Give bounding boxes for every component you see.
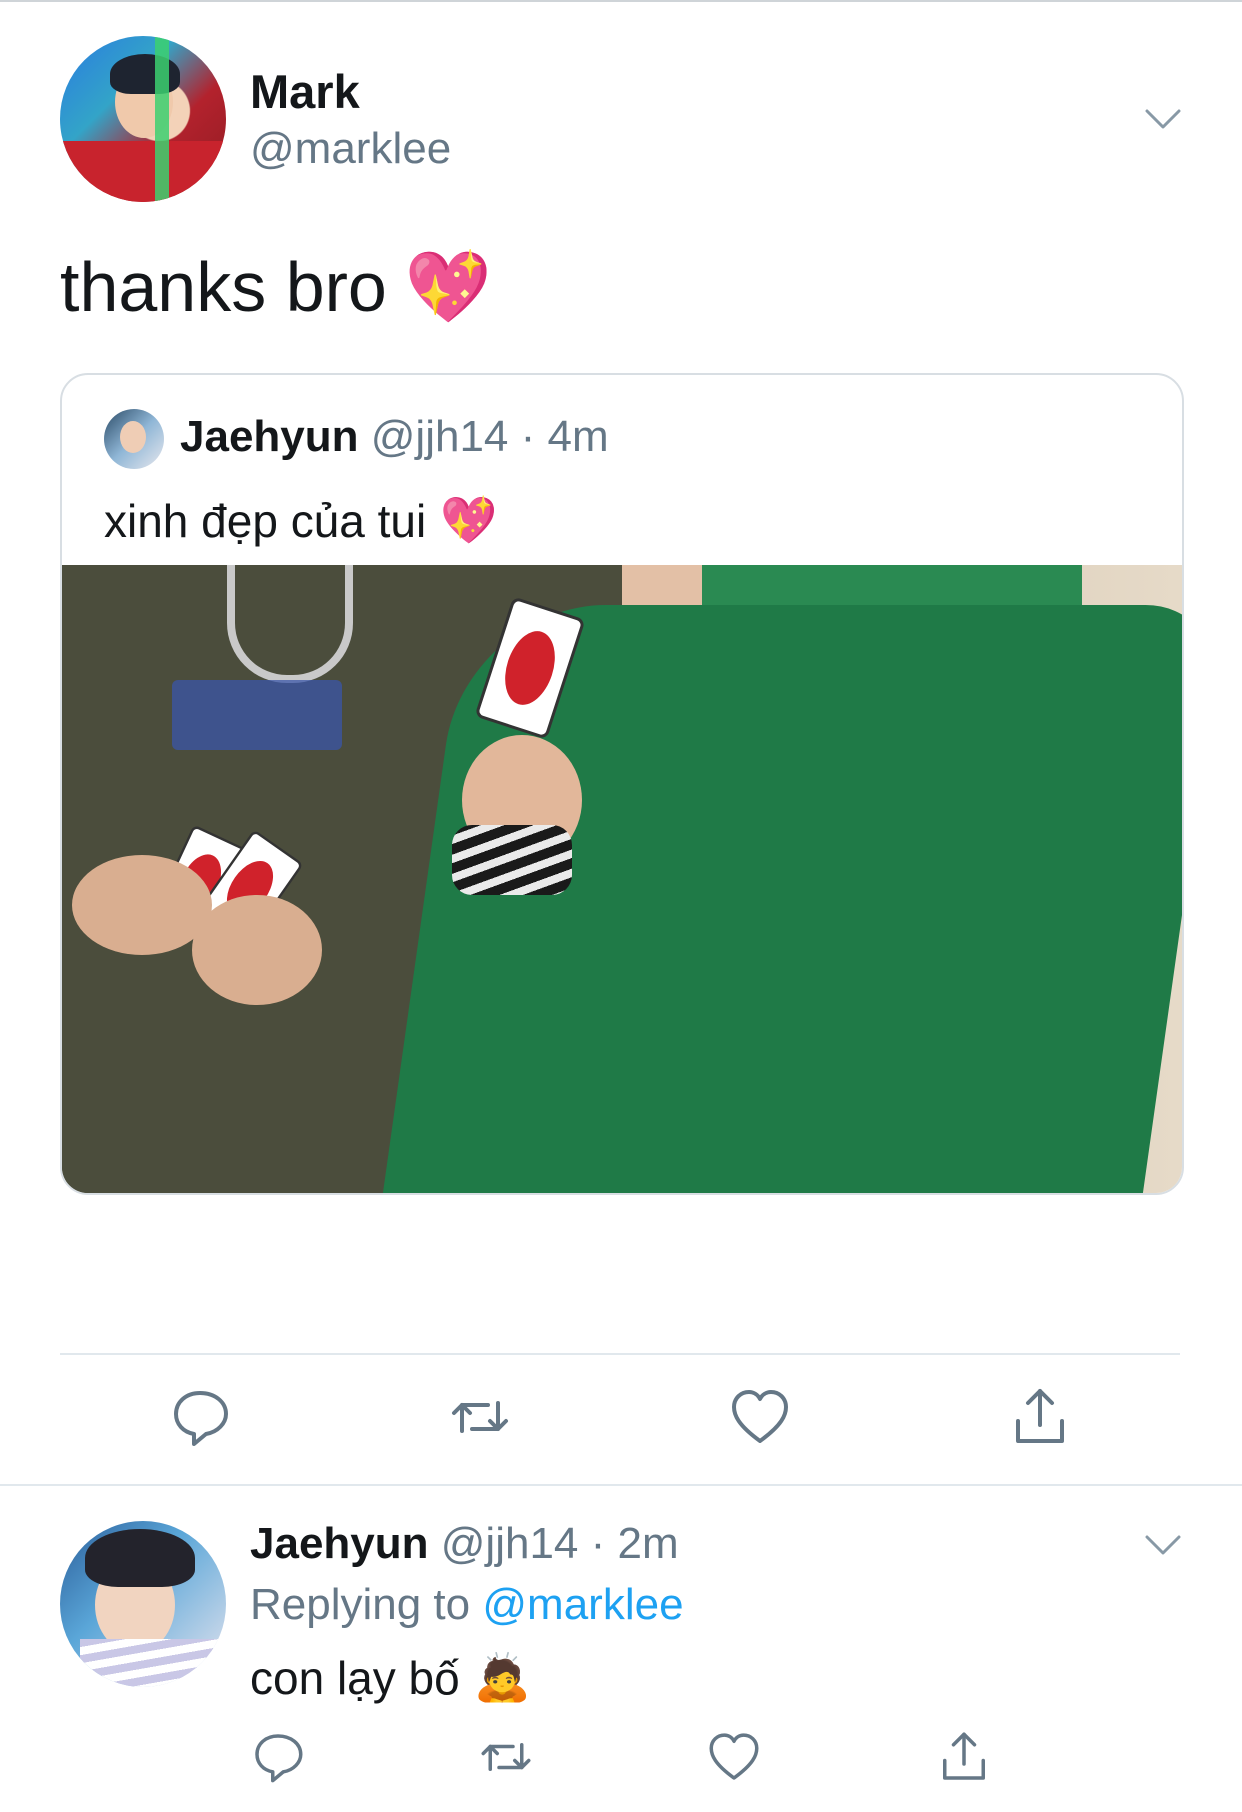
divider: [60, 1353, 1180, 1355]
share-icon[interactable]: [1008, 1385, 1072, 1449]
reply-text: con lạy bố 🙇: [250, 1650, 531, 1705]
reply-icon[interactable]: [168, 1385, 232, 1449]
separator: ·: [520, 412, 536, 461]
replying-to-label: Replying to: [250, 1580, 471, 1629]
tweet-text: thanks bro 💖: [60, 252, 492, 322]
author-handle[interactable]: @marklee: [250, 124, 451, 174]
chevron-down-icon[interactable]: [1145, 1534, 1181, 1556]
quoted-author-name: Jaehyun: [180, 412, 359, 461]
reply-header: Jaehyun @jjh14 · 2m: [250, 1518, 679, 1571]
quoted-avatar: [104, 409, 164, 469]
section-divider: [0, 1484, 1242, 1486]
heart-icon[interactable]: [728, 1385, 792, 1449]
tweet-text-content: thanks bro: [60, 248, 387, 326]
separator: ·: [590, 1519, 606, 1568]
reply-time: 2m: [617, 1519, 679, 1568]
avatar[interactable]: [60, 36, 226, 202]
quoted-tweet[interactable]: Jaehyun @jjh14 · 4m xinh đẹp của tui 💖: [60, 373, 1184, 1195]
sparkling-heart-emoji: 💖: [404, 248, 493, 326]
quoted-time: 4m: [547, 412, 609, 461]
quoted-text-content: xinh đẹp của tui: [104, 494, 427, 547]
author-name[interactable]: Mark: [250, 64, 360, 119]
mention-link[interactable]: @marklee: [482, 1580, 683, 1629]
heart-icon[interactable]: [706, 1729, 762, 1785]
reply-author-handle[interactable]: @jjh14: [441, 1519, 579, 1568]
reply-text-content: con lạy bố: [250, 1651, 460, 1704]
retweet-icon[interactable]: [478, 1729, 534, 1785]
chevron-down-icon[interactable]: [1145, 108, 1181, 130]
retweet-icon[interactable]: [448, 1385, 512, 1449]
quoted-text: xinh đẹp của tui 💖: [104, 493, 498, 548]
bowing-person-emoji: 🙇: [473, 1651, 531, 1703]
avatar[interactable]: [60, 1521, 226, 1687]
share-icon[interactable]: [936, 1729, 992, 1785]
quoted-author-handle: @jjh14: [370, 412, 509, 461]
reply-icon[interactable]: [250, 1729, 306, 1785]
quoted-photo[interactable]: [62, 565, 1182, 1193]
reply-author-name[interactable]: Jaehyun: [250, 1519, 429, 1568]
quoted-header: Jaehyun @jjh14 · 4m: [180, 415, 609, 459]
sparkling-heart-emoji: 💖: [440, 494, 498, 546]
replying-to: Replying to @marklee: [250, 1580, 684, 1630]
top-border: [0, 0, 1242, 2]
